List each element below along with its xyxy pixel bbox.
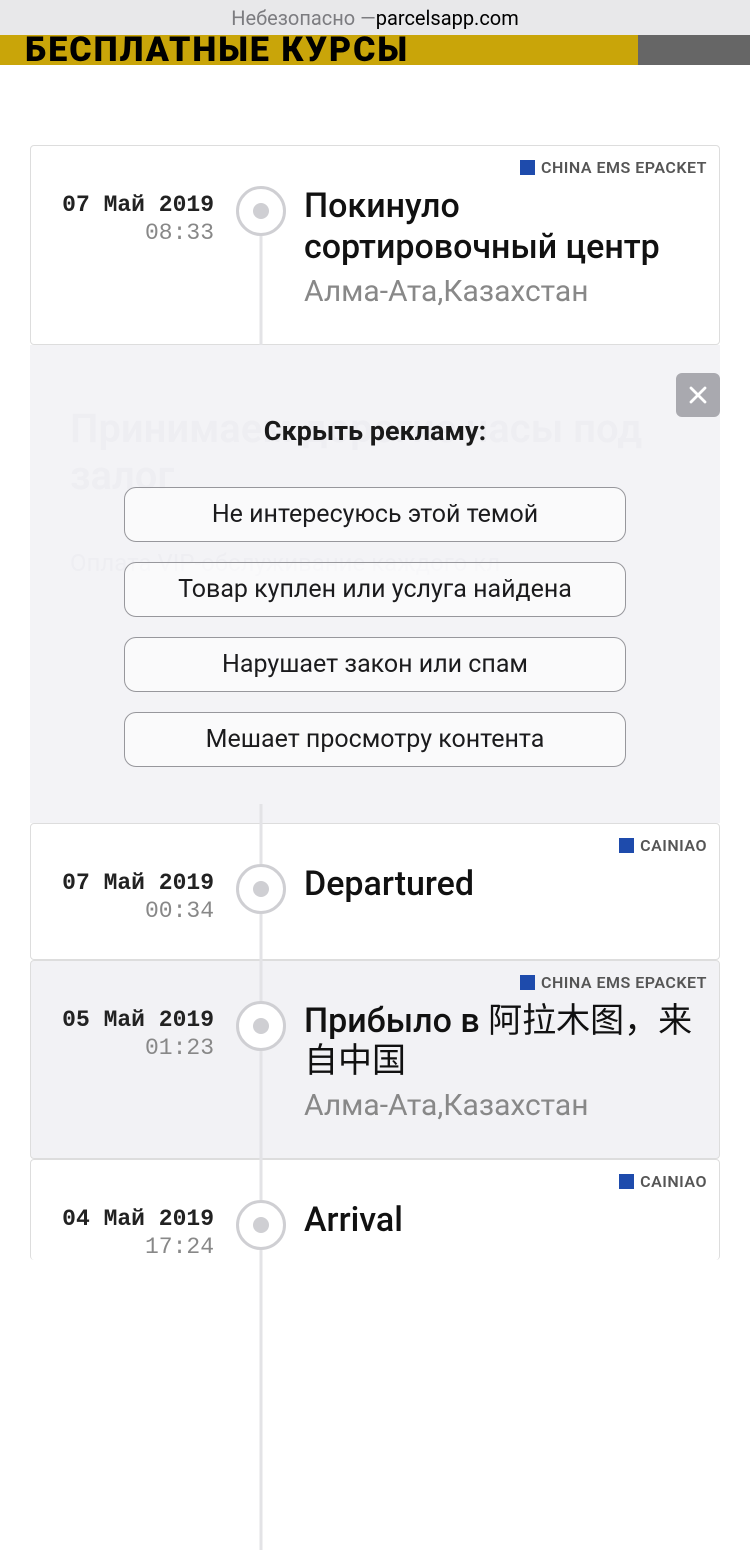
carrier-tag: CHINA EMS EPACKET [520,158,707,177]
hide-ad-option-not-interested[interactable]: Не интересуюсь этой темой [124,487,626,542]
event-date: 05 Май 2019 [41,1007,214,1033]
event-status: Arrival [304,1200,709,1241]
event-date: 04 Май 2019 [41,1206,214,1232]
hide-ad-title: Скрыть рекламу: [264,415,486,447]
carrier-label: CAINIAO [640,836,707,855]
banner-thumbnail [638,35,750,65]
carrier-tag: CHINA EMS EPACKET [520,973,707,992]
browser-address-bar: Небезопасно — parcelsapp.com [0,0,750,35]
carrier-tag: CAINIAO [619,836,707,855]
event-date: 07 Май 2019 [41,192,214,218]
tracking-event-card: CAINIAO 04 Май 2019 17:24 Arrival [30,1159,720,1260]
event-time: 00:34 [41,898,214,924]
event-time: 17:24 [41,1234,214,1260]
domain-label: parcelsapp.com [376,6,519,30]
event-date: 07 Май 2019 [41,870,214,896]
top-ad-banner[interactable]: БЕСПЛАТНЫЕ КУРСЫ [0,35,750,65]
tracking-event-card: CHINA EMS EPACKET 05 Май 2019 01:23 Приб… [30,960,720,1160]
carrier-icon [619,838,634,853]
event-time: 01:23 [41,1035,214,1061]
event-status: Departured [304,864,709,905]
event-status: Покинуло сортировочный центр [304,186,709,268]
carrier-icon [619,1174,634,1189]
carrier-tag: CAINIAO [619,1172,707,1191]
carrier-icon [520,975,535,990]
timeline-dot [226,186,296,236]
event-time: 08:33 [41,220,214,246]
carrier-icon [520,160,535,175]
insecure-label: Небезопасно — [231,6,376,30]
ad-container: Принимаем дорогие часы под залог Оплата … [30,345,720,823]
event-location: Алма-Ата,Казахстан [304,1088,709,1123]
hide-ad-option-blocks-content[interactable]: Мешает просмотру контента [124,712,626,767]
close-icon [688,385,708,405]
event-location: Алма-Ата,Казахстан [304,274,709,309]
carrier-label: CHINA EMS EPACKET [541,973,707,992]
banner-text: БЕСПЛАТНЫЕ КУРСЫ [25,35,409,65]
timeline-dot [226,1200,296,1250]
carrier-label: CAINIAO [640,1172,707,1191]
close-ad-button[interactable] [676,373,720,417]
tracking-event-card: CAINIAO 07 Май 2019 00:34 Departured [30,823,720,960]
timeline-dot [226,1001,296,1051]
hide-ad-option-spam[interactable]: Нарушает закон или спам [124,637,626,692]
event-status: Прибыло в 阿拉木图，来自中国 [304,1001,709,1083]
hide-ad-modal: Скрыть рекламу: Не интересуюсь этой темо… [30,415,720,767]
timeline-dot [226,864,296,914]
hide-ad-option-purchased[interactable]: Товар куплен или услуга найдена [124,562,626,617]
tracking-event-card: CHINA EMS EPACKET 07 Май 2019 08:33 Поки… [30,145,720,345]
carrier-label: CHINA EMS EPACKET [541,158,707,177]
